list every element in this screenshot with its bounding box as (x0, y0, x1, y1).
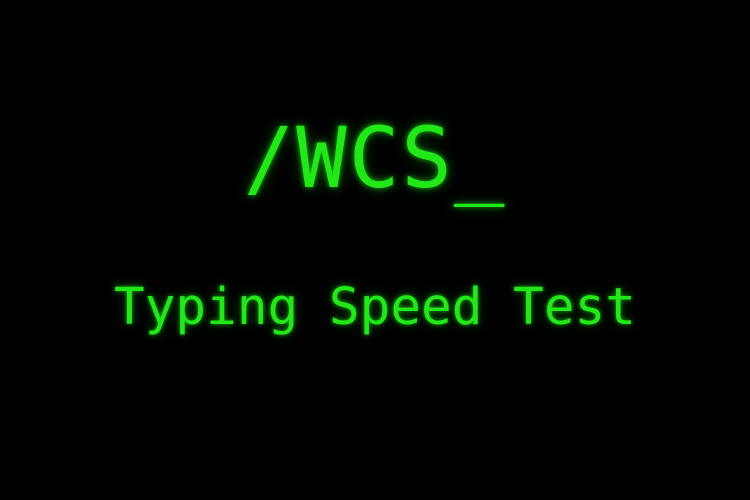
app-logo: /WCS_ (243, 109, 507, 207)
app-subtitle: Typing Speed Test (114, 278, 636, 337)
splash-screen: /WCS_ Typing Speed Test (0, 0, 750, 500)
